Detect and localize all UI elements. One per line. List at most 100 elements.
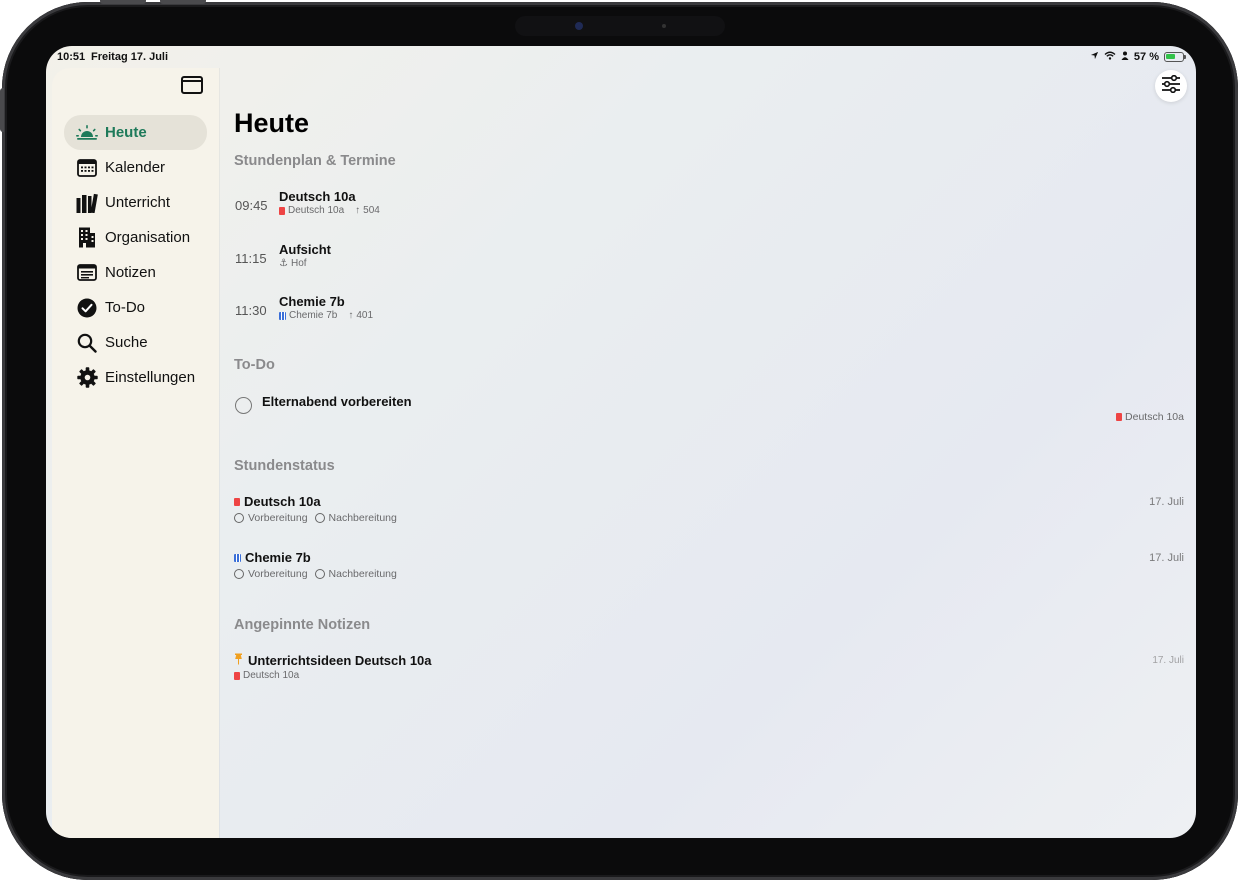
prep-checkbox[interactable]	[234, 513, 244, 523]
sidebar-item-label: Organisation	[105, 229, 191, 246]
person-icon	[1121, 51, 1129, 63]
prep-checkbox[interactable]	[234, 569, 244, 579]
post-checkbox[interactable]	[314, 513, 325, 523]
sidebar-item-heute[interactable]: Heute	[64, 115, 207, 150]
pinned-note-item[interactable]: Unterrichtsideen Deutsch 10a 17. Juli De…	[234, 653, 1184, 693]
test-tubes-icon	[279, 311, 286, 320]
pin-icon	[234, 653, 243, 668]
prep-label: Vorbereitung	[248, 568, 308, 580]
sunrise-icon	[76, 122, 98, 144]
sidebar: Heute Kalender Unterricht Organisation N…	[52, 68, 219, 838]
schedule-room: 401	[356, 310, 374, 321]
books-icon	[76, 192, 98, 214]
schedule-room: 504	[363, 205, 380, 216]
sidebar-toggle-icon[interactable]	[181, 76, 203, 94]
status-time: 10:51	[57, 51, 86, 63]
lesson-status-date: 17. Juli	[1149, 552, 1184, 564]
book-icon	[279, 206, 285, 215]
wifi-icon	[1104, 51, 1116, 63]
battery-charging-icon	[1164, 52, 1186, 62]
sidebar-item-label: Heute	[105, 124, 147, 141]
sidebar-item-label: Kalender	[105, 159, 166, 176]
sidebar-item-label: Notizen	[105, 264, 156, 281]
post-checkbox[interactable]	[314, 569, 325, 579]
sidebar-item-kalender[interactable]: Kalender	[64, 150, 207, 185]
section-title-pinned-notes: Angepinnte Notizen	[234, 617, 371, 633]
sidebar-item-suche[interactable]: Suche	[64, 325, 207, 360]
todo-text: Elternabend vorbereiten	[262, 394, 412, 409]
sensor-dot	[662, 24, 666, 28]
lesson-status-title: Chemie 7b	[234, 550, 311, 565]
camera-lens	[575, 22, 583, 30]
status-indicators: 57 %	[1090, 51, 1186, 63]
volume-button	[160, 0, 206, 4]
schedule-title: Chemie 7b	[279, 294, 345, 309]
anchor-icon: ⚓	[279, 258, 288, 269]
sidebar-item-label: Suche	[105, 334, 148, 351]
schedule-time: 11:30	[235, 303, 267, 318]
volume-button	[100, 0, 146, 4]
section-title-schedule: Stundenplan & Termine	[234, 153, 396, 169]
lesson-status-title-text: Deutsch 10a	[244, 494, 321, 509]
gear-icon	[76, 367, 98, 389]
prep-label: Vorbereitung	[248, 512, 308, 524]
search-icon	[76, 332, 98, 354]
sidebar-item-label: To-Do	[105, 299, 146, 316]
todo-item[interactable]: Elternabend vorbereiten Deutsch 10a	[234, 391, 1184, 431]
todo-checkbox[interactable]	[235, 397, 252, 414]
room-arrow-icon: ↑	[355, 205, 361, 216]
schedule-time: 11:15	[235, 251, 267, 266]
sidebar-item-label: Unterricht	[105, 194, 171, 211]
post-label: Nachbereitung	[328, 568, 397, 580]
lesson-status-title-text: Chemie 7b	[245, 550, 311, 565]
sidebar-item-organisation[interactable]: Organisation	[64, 220, 207, 255]
lesson-status-item[interactable]: Deutsch 10a 17. Juli Vorbereitung Nachbe…	[234, 494, 1184, 534]
schedule-title: Aufsicht	[279, 242, 331, 257]
pinned-note-date: 17. Juli	[1152, 655, 1184, 666]
lesson-status-date: 17. Juli	[1149, 496, 1184, 508]
schedule-item[interactable]: 09:45 Deutsch 10a Deutsch 10a ↑ 504	[234, 188, 634, 228]
schedule-details: Chemie 7b ↑ 401	[279, 310, 373, 321]
sidebar-nav: Heute Kalender Unterricht Organisation N…	[64, 115, 207, 395]
pinned-note-tag: Deutsch 10a	[234, 670, 299, 681]
pinned-note-title-text: Unterrichtsideen Deutsch 10a	[248, 653, 432, 668]
schedule-details: Deutsch 10a ↑ 504	[279, 205, 380, 216]
page-title: Heute	[234, 108, 310, 138]
schedule-class: Deutsch 10a	[288, 205, 345, 216]
book-icon	[1116, 413, 1123, 421]
status-bar: 10:51 Freitag 17. Juli 57 %	[46, 46, 1196, 68]
battery-percent: 57 %	[1133, 51, 1159, 63]
schedule-class: Chemie 7b	[289, 310, 338, 321]
todo-tag: Deutsch 10a	[1116, 411, 1184, 423]
schedule-time: 09:45	[235, 198, 268, 213]
schedule-location: Hof	[290, 258, 307, 269]
schedule-item[interactable]: 11:15 Aufsicht ⚓ Hof	[234, 241, 634, 281]
sidebar-item-label: Einstellungen	[105, 369, 196, 386]
schedule-details: ⚓ Hof	[279, 258, 307, 269]
sidebar-item-notizen[interactable]: Notizen	[64, 255, 207, 290]
lesson-status-item[interactable]: Chemie 7b 17. Juli Vorbereitung Nachbere…	[234, 550, 1184, 590]
pinned-note-title: Unterrichtsideen Deutsch 10a	[234, 653, 432, 668]
lesson-status-checks: Vorbereitung Nachbereitung	[234, 568, 397, 580]
checkmark-circle-icon	[76, 297, 98, 319]
calendar-icon	[76, 157, 98, 179]
screen: 10:51 Freitag 17. Juli 57 % Heute Kalend…	[46, 46, 1196, 838]
pinned-note-tag-label: Deutsch 10a	[243, 670, 300, 681]
lesson-status-checks: Vorbereitung Nachbereitung	[234, 512, 397, 524]
book-icon	[234, 497, 240, 506]
sidebar-item-unterricht[interactable]: Unterricht	[64, 185, 207, 220]
post-label: Nachbereitung	[328, 512, 397, 524]
status-date: Freitag 17. Juli	[91, 51, 169, 63]
schedule-title: Deutsch 10a	[279, 189, 356, 204]
side-button	[0, 88, 4, 132]
sidebar-item-todo[interactable]: To-Do	[64, 290, 207, 325]
notes-icon	[76, 262, 98, 284]
sidebar-item-einstellungen[interactable]: Einstellungen	[64, 360, 207, 395]
lesson-status-title: Deutsch 10a	[234, 494, 321, 509]
location-arrow-icon	[1090, 51, 1099, 63]
section-title-lesson-status: Stundenstatus	[234, 458, 335, 474]
book-icon	[234, 671, 240, 680]
filter-button[interactable]	[1155, 70, 1187, 102]
camera-housing	[515, 16, 725, 36]
schedule-item[interactable]: 11:30 Chemie 7b Chemie 7b ↑ 401	[234, 293, 634, 333]
